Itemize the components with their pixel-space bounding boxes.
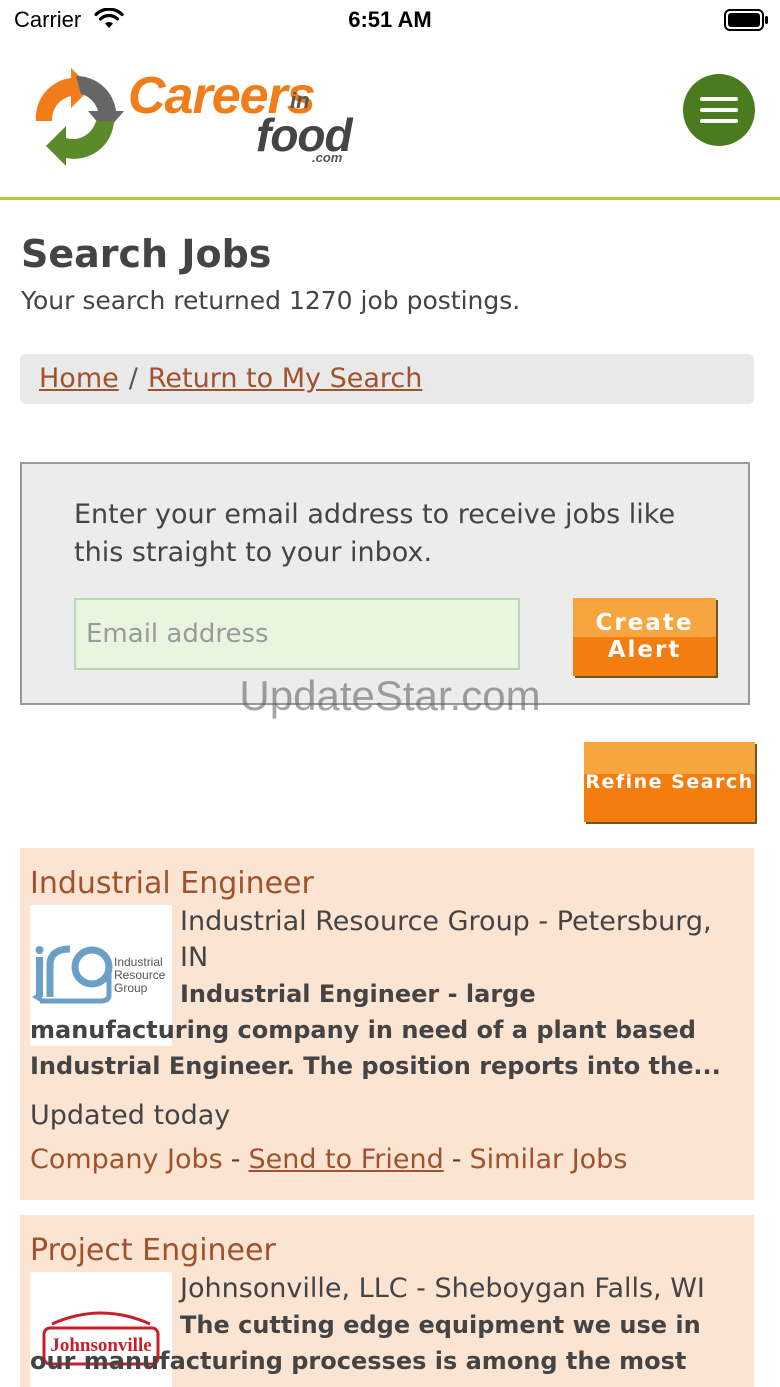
email-input[interactable]: [74, 598, 520, 670]
breadcrumb: Home / Return to My Search: [20, 354, 754, 404]
clock: 6:51 AM: [348, 7, 432, 32]
similar-jobs-link[interactable]: Similar Jobs: [470, 1144, 628, 1175]
logo-line-1: Industrial: [114, 955, 163, 969]
links-separator: -: [230, 1144, 241, 1175]
create-alert-label-line2: Alert: [607, 637, 682, 663]
job-links: Company Jobs - Send to Friend - Similar Jobs: [30, 1144, 627, 1175]
page-title: Search Jobs: [21, 232, 272, 276]
breadcrumb-return-link[interactable]: Return to My Search: [148, 363, 422, 394]
hamburger-menu-icon: [700, 119, 738, 123]
job-listing: Project Engineer Johnsonville Johnsonvil…: [20, 1215, 754, 1387]
result-count: Your search returned 1270 job postings.: [21, 286, 521, 315]
send-to-friend-link[interactable]: Send to Friend: [248, 1144, 443, 1175]
job-company-location: Industrial Resource Group - Petersburg, …: [180, 906, 712, 973]
job-company-location: Johnsonville, LLC - Sheboygan Falls, WI: [180, 1273, 705, 1304]
job-listing: Industrial Engineer Industrial Resource …: [20, 848, 754, 1200]
create-alert-button[interactable]: Create Alert: [573, 598, 716, 676]
hamburger-menu-icon: [700, 108, 738, 112]
status-bar: Carrier 6:51 AM: [0, 0, 780, 40]
job-description: Industrial Engineer - large manufacturin…: [30, 980, 721, 1080]
refine-search-button[interactable]: Refine Search: [584, 742, 755, 822]
site-header: Careers in food .com: [0, 40, 780, 200]
recycle-arrows-logo-icon: [35, 68, 124, 166]
menu-button[interactable]: [683, 74, 755, 146]
job-description: The cutting edge equipment we use in our…: [30, 1311, 701, 1375]
careersinfood-logo[interactable]: Careers in food .com: [26, 62, 356, 172]
company-jobs-link[interactable]: Company Jobs: [30, 1144, 223, 1175]
job-updated: Updated today: [30, 1100, 231, 1131]
hamburger-menu-icon: [700, 97, 738, 101]
breadcrumb-separator: /: [128, 363, 138, 394]
job-alert-box: Enter your email address to receive jobs…: [20, 462, 750, 705]
job-title-link[interactable]: Industrial Engineer: [30, 866, 314, 901]
breadcrumb-home-link[interactable]: Home: [39, 363, 119, 394]
job-alert-text: Enter your email address to receive jobs…: [74, 499, 676, 568]
job-title-link[interactable]: Project Engineer: [30, 1233, 276, 1268]
battery-icon: [724, 9, 768, 31]
links-separator: -: [451, 1144, 462, 1175]
logo-com-text: .com: [312, 150, 343, 165]
create-alert-label-line1: Create: [595, 610, 694, 636]
